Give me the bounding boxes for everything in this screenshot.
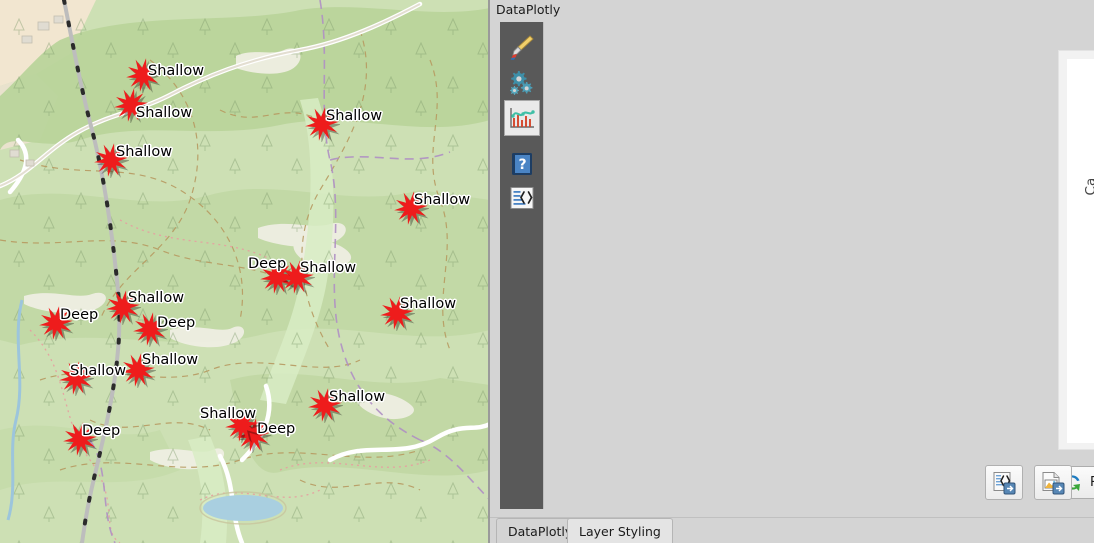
code-document-icon (510, 187, 534, 209)
map-marker-label: Shallow (70, 363, 127, 379)
map-marker-label: Deep (157, 315, 196, 331)
map-marker-label: Shallow (400, 296, 457, 312)
chart-icon (510, 108, 535, 128)
reload-label: Reload (1090, 475, 1094, 490)
export-image-icon (1042, 471, 1065, 494)
map-marker-label: Shallow (136, 105, 193, 121)
map-marker-label: Shallow (200, 406, 257, 422)
tab-layer-styling[interactable]: Layer Styling (567, 518, 673, 543)
map-marker-label: Shallow (148, 63, 205, 79)
map-marker-label: Shallow (128, 290, 185, 306)
tab-layer-styling-label: Layer Styling (579, 523, 661, 539)
export-image-button[interactable] (1034, 465, 1072, 500)
export-html-icon (993, 471, 1016, 494)
map-marker-label: Deep (257, 421, 296, 437)
svg-text:?: ? (518, 157, 526, 173)
sidebar-item-help[interactable]: ? (504, 146, 540, 182)
map-marker-label: Shallow (329, 389, 386, 405)
sidebar-item-plot-preview[interactable] (504, 100, 540, 136)
dataplotly-panel: DataPlotly ? _Ca DataPlotly Layer Stylin… (490, 0, 1094, 543)
panel-title: DataPlotly (496, 2, 561, 17)
map-marker-label: Deep (60, 307, 99, 323)
help-book-icon: ? (512, 153, 532, 175)
map-canvas[interactable]: Shallow Shallow Shallow Shallow Shallow Deep S… (0, 0, 490, 543)
gears-icon (510, 71, 533, 95)
y-axis-label: _Ca (1083, 178, 1094, 203)
tab-dataplotly-label: DataPlotly (508, 523, 573, 539)
contour-plot: Fire Scale Contour 05101500.20.40.60.81 … (1083, 178, 1094, 203)
map-marker-label: Shallow (326, 108, 383, 124)
sidebar-item-code[interactable] (504, 180, 540, 216)
plot-card: Fire Scale Contour 05101500.20.40.60.81 … (1058, 50, 1094, 450)
plot-area[interactable]: Fire Scale Contour 05101500.20.40.60.81 … (1067, 59, 1094, 443)
basemap-topographic (0, 0, 490, 543)
paintbrush-icon (510, 35, 534, 60)
map-marker-label: Shallow (300, 260, 357, 276)
map-marker-label: Deep (82, 423, 121, 439)
sidebar-item-plot-settings[interactable] (504, 64, 540, 100)
panel-titlebar: DataPlotly (490, 0, 1094, 22)
panel-sidebar: ? (500, 22, 544, 509)
map-marker-label: Shallow (142, 352, 199, 368)
sidebar-item-plot-type[interactable] (504, 28, 540, 64)
map-marker-label: Shallow (414, 192, 471, 208)
map-marker-label: Shallow (116, 144, 173, 160)
export-html-button[interactable] (985, 465, 1023, 500)
bottom-tabstrip: DataPlotly Layer Styling (490, 517, 1094, 543)
